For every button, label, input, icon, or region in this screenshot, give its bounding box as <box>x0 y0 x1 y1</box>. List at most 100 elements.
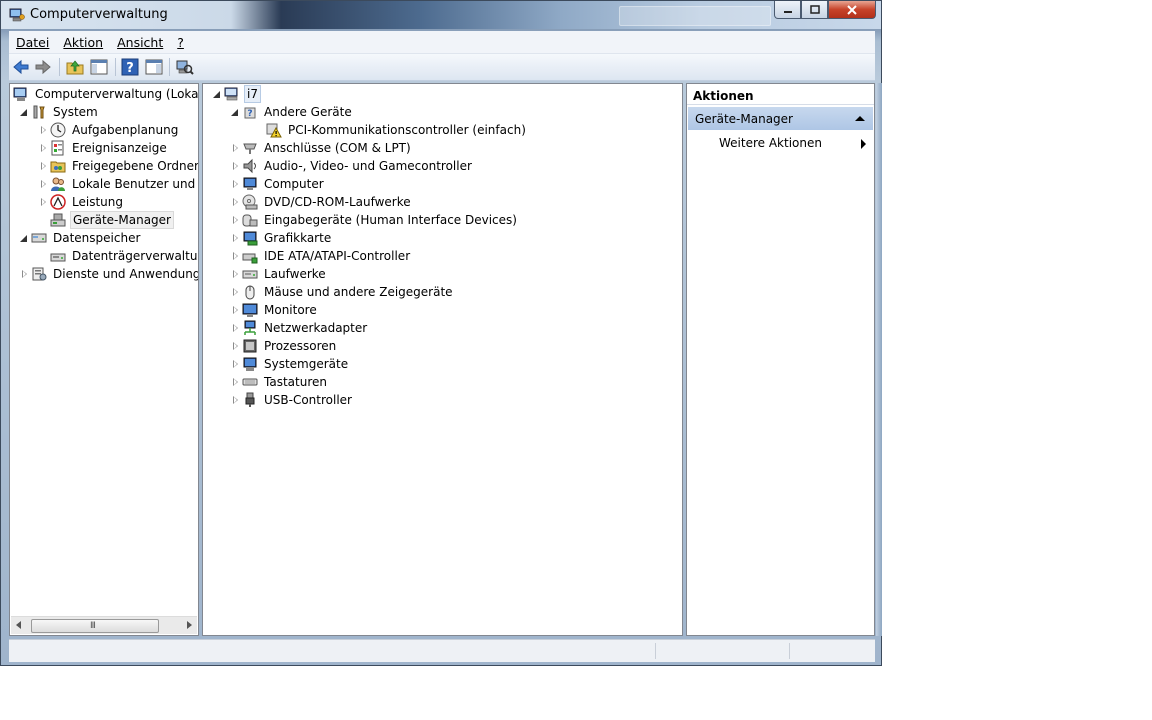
collapse-arrow-icon[interactable] <box>212 89 222 99</box>
processor-icon <box>243 339 257 353</box>
collapse-arrow-icon[interactable] <box>19 107 29 117</box>
usb-icon <box>245 392 255 407</box>
weitere-aktionen-link[interactable]: Weitere Aktionen <box>719 136 822 150</box>
expand-arrow-icon[interactable] <box>38 125 48 135</box>
device-category[interactable]: Anschlüsse (COM & LPT) <box>230 139 413 157</box>
monitor-icon <box>243 177 257 190</box>
menu-ansicht[interactable]: Ansicht <box>110 35 170 50</box>
device-category[interactable]: DVD/CD-ROM-Laufwerke <box>230 193 413 211</box>
device-category[interactable]: USB-Controller <box>230 391 354 409</box>
tree-item-geraete-manager[interactable]: Geräte-Manager <box>48 211 174 229</box>
device-category[interactable]: Eingabegeräte (Human Interface Devices) <box>230 211 519 229</box>
expand-arrow-icon[interactable] <box>230 359 240 369</box>
device-category[interactable]: IDE ATA/ATAPI-Controller <box>230 247 412 265</box>
expand-arrow-icon[interactable] <box>230 179 240 189</box>
expand-arrow-icon[interactable] <box>230 287 240 297</box>
expand-arrow-icon[interactable] <box>230 197 240 207</box>
device-category-label: Grafikkarte <box>264 231 332 245</box>
expand-arrow-icon[interactable] <box>38 179 48 189</box>
device-category[interactable]: Systemgeräte <box>230 355 350 373</box>
expand-arrow-icon[interactable] <box>230 269 240 279</box>
tree-item-aufgabenplanung[interactable]: Aufgabenplanung <box>38 121 180 139</box>
submenu-arrow-icon[interactable] <box>861 139 866 149</box>
device-category[interactable]: Netzwerkadapter <box>230 319 369 337</box>
device-category-label: Netzwerkadapter <box>264 321 368 335</box>
horizontal-scrollbar[interactable]: III <box>11 616 197 634</box>
collapse-arrow-icon[interactable] <box>19 233 29 243</box>
device-category-label: Audio-, Video- und Gamecontroller <box>264 159 472 173</box>
toolbar-separator <box>59 58 60 76</box>
caption-buttons <box>774 1 882 21</box>
maximize-button[interactable] <box>801 1 828 19</box>
scroll-right-icon[interactable] <box>187 621 192 629</box>
expand-arrow-icon[interactable] <box>230 377 240 387</box>
title-bar[interactable]: Computerverwaltung <box>1 1 881 29</box>
device-category[interactable]: Prozessoren <box>230 337 338 355</box>
help-icon[interactable]: ? <box>120 57 140 77</box>
tree-item-ereignisanzeige[interactable]: Ereignisanzeige <box>38 139 169 157</box>
expand-arrow-icon[interactable] <box>230 395 240 405</box>
menu-datei[interactable]: Datei <box>9 35 56 50</box>
tree-item-dienste[interactable]: Dienste und Anwendungen <box>19 265 198 283</box>
device-category[interactable]: Monitore <box>230 301 319 319</box>
console-tree-pane[interactable]: Computerverwaltung (Lokal) System Aufgab… <box>9 83 199 636</box>
expand-arrow-icon[interactable] <box>38 161 48 171</box>
device-category[interactable]: Audio-, Video- und Gamecontroller <box>230 157 474 175</box>
device-category[interactable]: Grafikkarte <box>230 229 333 247</box>
expand-arrow-icon[interactable] <box>38 143 48 153</box>
expand-arrow-icon[interactable] <box>230 251 240 261</box>
expand-arrow-icon[interactable] <box>230 143 240 153</box>
collapse-caret-icon[interactable] <box>855 116 865 121</box>
tree-item-datentraegerverwaltung[interactable]: Datenträgerverwaltung <box>48 247 198 265</box>
expand-arrow-icon[interactable] <box>230 323 240 333</box>
svg-text:?: ? <box>247 109 252 119</box>
expand-arrow-icon[interactable] <box>38 197 48 207</box>
device-category-label: Computer <box>264 177 324 191</box>
expand-arrow-icon[interactable] <box>230 305 240 315</box>
device-category-label: Anschlüsse (COM & LPT) <box>264 141 411 155</box>
expand-arrow-icon[interactable] <box>230 233 240 243</box>
device-pci-controller[interactable]: PCI-Kommunikationscontroller (einfach) <box>264 121 528 139</box>
menu-help[interactable]: ? <box>170 35 191 50</box>
device-category-label: Andere Geräte <box>264 105 352 119</box>
tree-item-root[interactable]: Computerverwaltung (Lokal) <box>13 85 198 103</box>
tree-item-datenspeicher[interactable]: Datenspeicher <box>19 229 142 247</box>
device-root-label: i7 <box>244 85 261 103</box>
expand-arrow-icon[interactable] <box>230 341 240 351</box>
tree-item-system[interactable]: System <box>19 103 100 121</box>
scroll-left-icon[interactable] <box>16 621 21 629</box>
scan-hardware-icon[interactable] <box>174 57 194 77</box>
show-hide-action-pane-icon[interactable] <box>144 57 164 77</box>
menu-aktion[interactable]: Aktion <box>56 35 110 50</box>
up-folder-icon[interactable] <box>65 57 85 77</box>
device-category-label: Tastaturen <box>264 375 327 389</box>
show-hide-tree-icon[interactable] <box>89 57 109 77</box>
minimize-button[interactable] <box>774 1 801 19</box>
device-category[interactable]: Mäuse und andere Zeigegeräte <box>230 283 455 301</box>
tree-item-freigegebene-ordner[interactable]: Freigegebene Ordner <box>38 157 198 175</box>
device-category[interactable]: Tastaturen <box>230 373 329 391</box>
device-category-label: Prozessoren <box>264 339 337 353</box>
actions-group-geraete-manager[interactable]: Geräte-Manager <box>688 107 873 130</box>
expand-arrow-icon[interactable] <box>19 269 29 279</box>
expand-arrow-icon[interactable] <box>230 161 240 171</box>
scrollbar-thumb[interactable]: III <box>31 619 159 633</box>
dvd-drive-icon <box>242 194 258 210</box>
back-arrow-icon[interactable] <box>11 57 31 77</box>
tree-label: System <box>53 105 98 119</box>
device-category[interactable]: Laufwerke <box>230 265 328 283</box>
device-category-andere-geraete[interactable]: ? Andere Geräte <box>230 103 354 121</box>
device-tree-pane[interactable]: i7 ? Andere Geräte PCI-Kommunikationscon… <box>202 83 683 636</box>
forward-arrow-icon[interactable] <box>33 57 53 77</box>
close-button[interactable] <box>828 1 876 19</box>
expand-arrow-icon[interactable] <box>230 215 240 225</box>
collapse-arrow-icon[interactable] <box>230 107 240 117</box>
device-category[interactable]: Computer <box>230 175 326 193</box>
status-separator <box>655 643 656 659</box>
tree-item-lokale-benutzer[interactable]: Lokale Benutzer und Gruppen <box>38 175 198 193</box>
minimize-icon <box>783 10 792 13</box>
tree-item-leistung[interactable]: Leistung <box>38 193 125 211</box>
device-root[interactable]: i7 <box>212 85 261 103</box>
computer-icon <box>224 87 238 101</box>
users-icon <box>51 177 65 191</box>
